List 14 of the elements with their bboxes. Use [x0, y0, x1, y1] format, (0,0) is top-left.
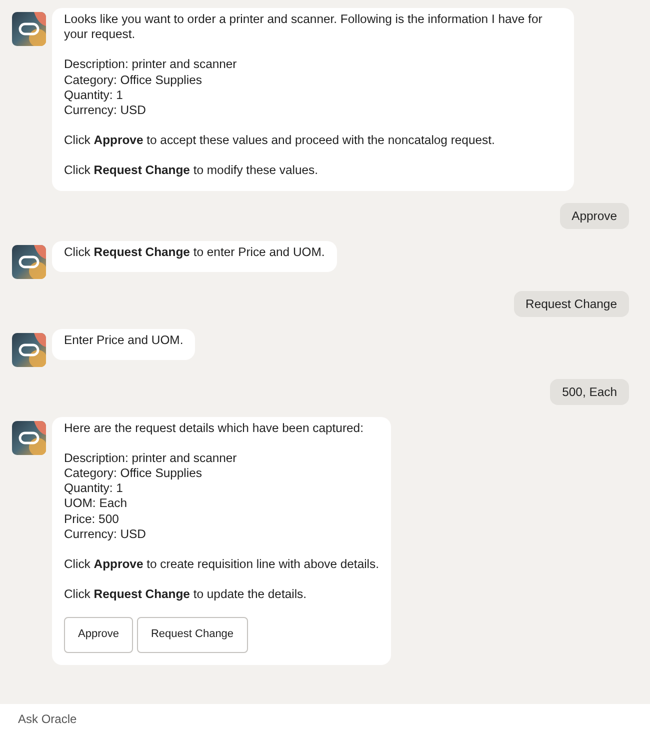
avatar-icon [12, 12, 46, 46]
bot-message: Here are the request details which have been captured: Description: printer and scanner Category: Office Supplies Quantity: 1 UOM: Each Price: 500 Currency: USD Click Approve to create requisition line with above details. Click Request Change to update the details. Approve Request Change [52, 416, 391, 665]
avatar-icon [12, 420, 46, 455]
bot-message: Click Request Change to enter Price and UOM. [52, 240, 337, 272]
input-field[interactable]: Ask Oracle [0, 704, 650, 734]
user-message: 500, Each [550, 378, 629, 405]
avatar-icon [12, 244, 46, 279]
bot-message: Looks like you want to order a printer and scanner. Following is the information I have for your request. Description: printer and scanner Category: Office Supplies Quantity: 1 Currency: USD Click Approve to accept these values and proceed with the noncatalog request. Click Request Change to modify these values. [52, 8, 574, 191]
bot-message: Enter Price and UOM. [52, 328, 196, 360]
user-message: Request Change [514, 290, 629, 317]
avatar-icon [12, 332, 46, 367]
action-button[interactable]: Approve [64, 617, 133, 653]
user-message: Approve [560, 202, 629, 229]
action-button[interactable]: Request Change [136, 617, 248, 653]
